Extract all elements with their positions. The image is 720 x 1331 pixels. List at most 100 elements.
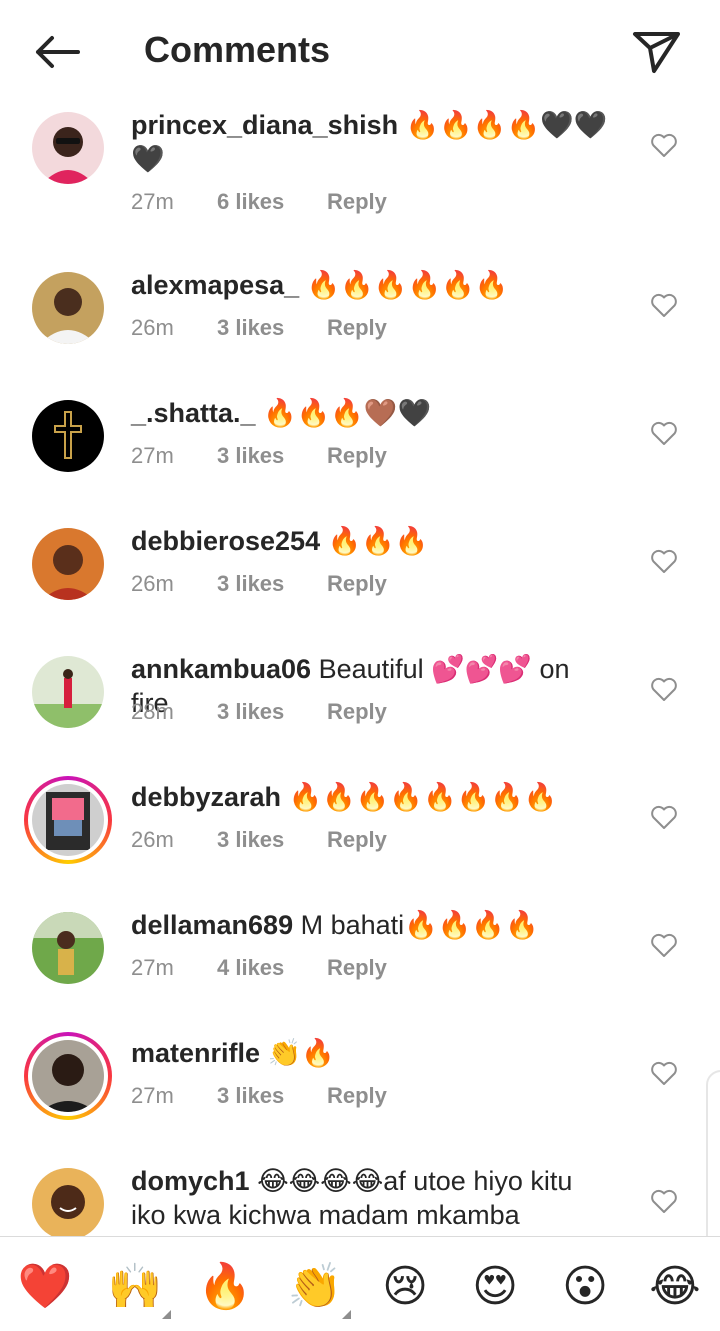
comment-body: 🔥🔥🔥🔥🔥🔥🔥🔥 xyxy=(288,782,558,812)
comment-text: _.shatta._ 🔥🔥🔥🤎🖤 xyxy=(131,396,611,430)
page-title: Comments xyxy=(144,29,331,70)
comment-meta: 26m 3 likes Reply xyxy=(131,570,387,598)
skin-tone-indicator-icon xyxy=(342,1310,351,1319)
like-button[interactable] xyxy=(650,548,678,574)
comment-likes[interactable]: 3 likes xyxy=(217,442,327,470)
comment-time: 28m xyxy=(131,699,174,724)
comment-time: 27m xyxy=(131,189,174,214)
comment-likes[interactable]: 3 likes xyxy=(217,570,327,598)
comment-text: alexmapesa_ 🔥🔥🔥🔥🔥🔥 xyxy=(131,268,611,302)
comment-username[interactable]: domych1 xyxy=(131,1166,250,1196)
comment-text: princex_diana_shish 🔥🔥🔥🔥🖤🖤🖤 xyxy=(131,108,611,176)
avatar[interactable] xyxy=(32,656,104,728)
avatar[interactable] xyxy=(32,912,104,984)
comment-username[interactable]: debbyzarah xyxy=(131,782,281,812)
emoji-tears-of-joy-button[interactable]: 😂 xyxy=(647,1259,703,1315)
like-button[interactable] xyxy=(650,676,678,702)
emoji-red-heart-button[interactable]: ❤️ xyxy=(17,1259,73,1315)
comment-meta: 28m 3 likes Reply xyxy=(131,698,387,726)
comment-item: alexmapesa_ 🔥🔥🔥🔥🔥🔥 26m 3 likes Reply xyxy=(0,260,720,388)
comment-likes[interactable]: 3 likes xyxy=(217,698,327,726)
comment-body: 🔥🔥🔥🤎🖤 xyxy=(263,398,432,428)
emoji-crying-face-button[interactable]: 😢 xyxy=(377,1259,433,1315)
comment-item: debbyzarah 🔥🔥🔥🔥🔥🔥🔥🔥 26m 3 likes Reply xyxy=(0,772,720,900)
heart-outline-icon xyxy=(651,677,677,701)
avatar[interactable] xyxy=(32,400,104,472)
comment-time: 27m xyxy=(131,443,174,468)
like-button[interactable] xyxy=(650,804,678,830)
comment-item: _.shatta._ 🔥🔥🔥🤎🖤 27m 3 likes Reply xyxy=(0,388,720,516)
reply-button[interactable]: Reply xyxy=(327,826,387,854)
back-button[interactable] xyxy=(28,28,84,76)
avatar[interactable] xyxy=(24,1032,112,1120)
heart-outline-icon xyxy=(651,133,677,157)
comment-item: dellaman689 M bahati🔥🔥🔥🔥 27m 4 likes Reply xyxy=(0,900,720,1028)
comment-body: 🔥🔥🔥🔥🔥🔥 xyxy=(306,270,509,300)
comment-text: domych1 😂😂😂😂af utoe hiyo kitu iko kwa ki… xyxy=(131,1164,611,1232)
reply-button[interactable]: Reply xyxy=(327,698,387,726)
comment-text: matenrifle 👏🔥 xyxy=(131,1036,611,1070)
comment-list[interactable]: princex_diana_shish 🔥🔥🔥🔥🖤🖤🖤 27m 6 likes Re… xyxy=(0,100,720,1236)
skin-tone-indicator-icon xyxy=(162,1310,171,1319)
comment-item: debbierose254 🔥🔥🔥 26m 3 likes Reply xyxy=(0,516,720,644)
avatar[interactable] xyxy=(32,1168,104,1236)
comment-username[interactable]: matenrifle xyxy=(131,1038,260,1068)
emoji-glyph: 👏 xyxy=(287,1261,343,1312)
comment-time: 26m xyxy=(131,315,174,340)
comment-item: domych1 😂😂😂😂af utoe hiyo kitu iko kwa ki… xyxy=(0,1156,720,1236)
reply-button[interactable]: Reply xyxy=(327,570,387,598)
comment-username[interactable]: debbierose254 xyxy=(131,526,320,556)
comment-body: 👏🔥 xyxy=(267,1038,335,1068)
comment-username[interactable]: alexmapesa_ xyxy=(131,270,299,300)
comment-likes[interactable]: 6 likes xyxy=(217,188,327,216)
like-button[interactable] xyxy=(650,132,678,158)
comment-likes[interactable]: 4 likes xyxy=(217,954,327,982)
comment-likes[interactable]: 3 likes xyxy=(217,314,327,342)
heart-outline-icon xyxy=(651,805,677,829)
comment-meta: 27m 3 likes Reply xyxy=(131,1082,387,1110)
comment-likes[interactable]: 3 likes xyxy=(217,1082,327,1110)
comment-time: 26m xyxy=(131,571,174,596)
comment-meta: 27m 3 likes Reply xyxy=(131,442,387,470)
emoji-glyph: 🙌 xyxy=(107,1261,163,1312)
comment-meta: 26m 3 likes Reply xyxy=(131,314,387,342)
like-button[interactable] xyxy=(650,292,678,318)
like-button[interactable] xyxy=(650,1060,678,1086)
heart-outline-icon xyxy=(651,1061,677,1085)
comment-likes[interactable]: 3 likes xyxy=(217,826,327,854)
comment-username[interactable]: _.shatta._ xyxy=(131,398,256,428)
comment-time: 27m xyxy=(131,955,174,980)
quick-emoji-bar: ❤️ 🙌 🔥 👏 😢 😍 😮 😂 xyxy=(0,1236,720,1331)
comment-body: 🔥🔥🔥 xyxy=(327,526,429,556)
emoji-surprised-face-button[interactable]: 😮 xyxy=(557,1259,613,1315)
reply-button[interactable]: Reply xyxy=(327,1082,387,1110)
comment-meta: 26m 3 likes Reply xyxy=(131,826,387,854)
reply-button[interactable]: Reply xyxy=(327,442,387,470)
avatar[interactable] xyxy=(32,112,104,184)
reply-button[interactable]: Reply xyxy=(327,314,387,342)
share-button[interactable] xyxy=(630,26,682,76)
heart-outline-icon xyxy=(651,933,677,957)
like-button[interactable] xyxy=(650,420,678,446)
emoji-raising-hands-button[interactable]: 🙌 xyxy=(107,1259,171,1319)
emoji-heart-eyes-button[interactable]: 😍 xyxy=(467,1259,523,1315)
comment-username[interactable]: annkambua06 xyxy=(131,654,311,684)
reply-button[interactable]: Reply xyxy=(327,188,387,216)
like-button[interactable] xyxy=(650,1188,678,1214)
heart-outline-icon xyxy=(651,421,677,445)
comment-username[interactable]: princex_diana_shish xyxy=(131,110,398,140)
emoji-fire-button[interactable]: 🔥 xyxy=(197,1259,253,1315)
reply-button[interactable]: Reply xyxy=(327,954,387,982)
emoji-clapping-hands-button[interactable]: 👏 xyxy=(287,1259,351,1319)
comment-item: annkambua06 Beautiful 💕💕💕 on fire 28m 3 l… xyxy=(0,644,720,772)
avatar[interactable] xyxy=(32,528,104,600)
paper-plane-icon xyxy=(633,32,680,73)
heart-outline-icon xyxy=(651,293,677,317)
heart-outline-icon xyxy=(651,549,677,573)
avatar[interactable] xyxy=(32,272,104,344)
like-button[interactable] xyxy=(650,932,678,958)
avatar[interactable] xyxy=(24,776,112,864)
comment-meta: 27m 6 likes Reply xyxy=(131,188,387,216)
comment-username[interactable]: dellaman689 xyxy=(131,910,293,940)
comment-time: 26m xyxy=(131,827,174,852)
